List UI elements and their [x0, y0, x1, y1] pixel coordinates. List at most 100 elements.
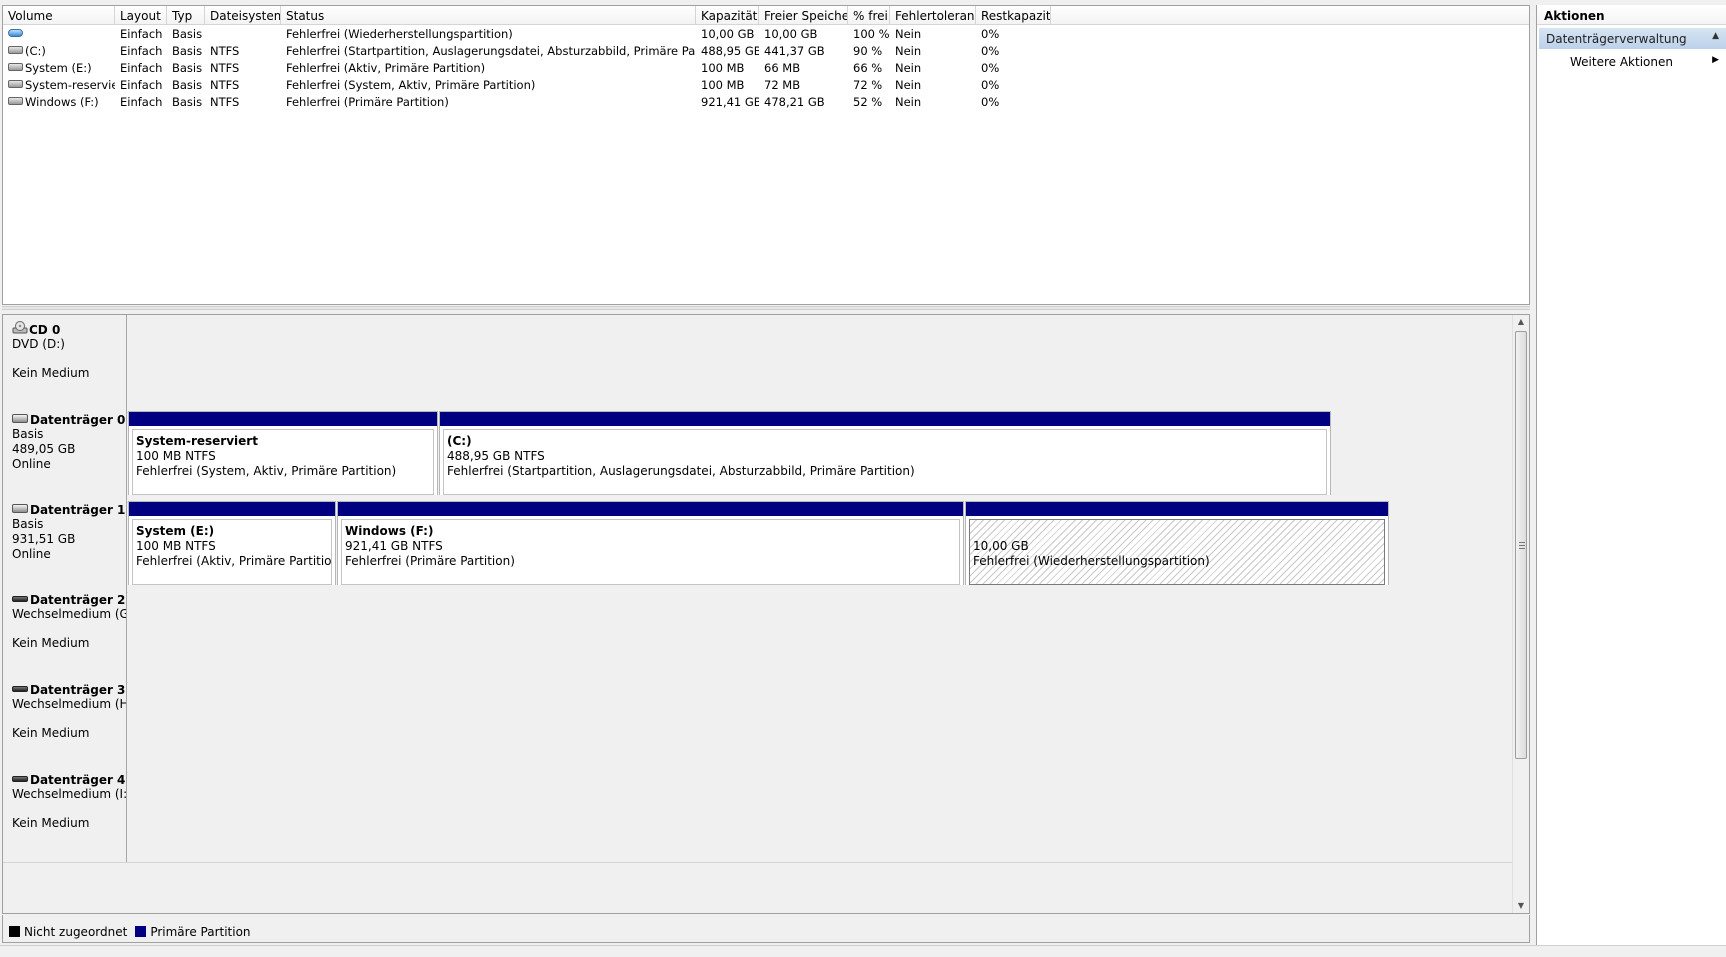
scrollbar-thumb[interactable]	[1515, 331, 1527, 759]
table-cell-rest: 0%	[981, 26, 1000, 41]
partition-bar	[966, 502, 1388, 516]
partition-bar	[129, 412, 437, 426]
scroll-up-arrow-icon[interactable]: ▲	[1513, 315, 1529, 329]
column-header-dateisystem[interactable]: Dateisystem	[205, 6, 281, 24]
column-header-prozent-frei[interactable]: % frei	[848, 6, 890, 24]
volume-name: (C:)	[25, 43, 46, 58]
disk-info-line	[12, 712, 126, 726]
partition-name	[973, 524, 1384, 539]
table-cell-rest: 0%	[981, 77, 1000, 92]
partition[interactable]: 10,00 GB Fehlerfrei (Wiederherstellungspa…	[965, 501, 1389, 589]
disk-area	[128, 675, 1513, 772]
column-header-freier-speicher[interactable]: Freier Speicher	[759, 6, 848, 24]
legend-label-primary: Primäre Partition	[150, 924, 251, 939]
table-cell-layout: Einfach	[120, 26, 163, 41]
table-cell-cap: 100 MB	[701, 60, 745, 75]
partition-status: Fehlerfrei (Aktiv, Primäre Partition)	[136, 554, 332, 568]
column-header-fehlertoleranz[interactable]: Fehlertoleranz	[890, 6, 976, 24]
volume-name: System (E:)	[25, 60, 92, 75]
table-cell-status: Fehlerfrei (Wiederherstellungspartition)	[286, 26, 513, 41]
table-cell-typ: Basis	[172, 77, 203, 92]
table-cell-volume: System (E:)	[3, 61, 115, 75]
actions-more-label: Weitere Aktionen	[1570, 55, 1673, 69]
disk-info-line: 931,51 GB	[12, 532, 76, 546]
partition-size: 100 MB NTFS	[136, 539, 216, 553]
column-header-layout[interactable]: Layout	[115, 6, 167, 24]
volume-list-body: Einfach Basis Fehlerfrei (Wiederherstellun…	[3, 25, 1529, 110]
column-header-status[interactable]: Status	[281, 6, 696, 24]
disk-name: Datenträger 2	[12, 593, 126, 607]
partition-details: System-reserviert 100 MB NTFS Fehlerfrei (…	[132, 429, 434, 495]
table-cell-fs: NTFS	[210, 43, 240, 58]
partition[interactable]: Windows (F:) 921,41 GB NTFS Fehlerfrei (Pr…	[337, 501, 964, 589]
table-cell-ft: Nein	[895, 94, 922, 109]
actions-title: Aktionen	[1537, 5, 1726, 25]
table-row[interactable]: System-reserviert Einfach Basis NTFS Fehlerf…	[3, 76, 1529, 93]
table-row[interactable]: System (E:) Einfach Basis NTFS Fehlerfrei (A…	[3, 59, 1529, 76]
vertical-scrollbar[interactable]: ▲ ▼	[1512, 315, 1529, 913]
volume-icon	[8, 80, 23, 88]
legend-label-unallocated: Nicht zugeordnet	[24, 924, 128, 939]
table-cell-ft: Nein	[895, 43, 922, 58]
disk-info-line: Wechselmedium (G:	[12, 607, 127, 621]
actions-section-datentraegerverwaltung[interactable]: Datenträgerverwaltung ▲	[1539, 28, 1726, 49]
table-cell-rest: 0%	[981, 43, 1000, 58]
table-cell-fs: NTFS	[210, 60, 240, 75]
disk-label[interactable]: Datenträger 0 Basis 489,05 GB Online	[3, 405, 127, 502]
legend-item-primary: Primäre Partition	[135, 924, 251, 939]
table-cell-status: Fehlerfrei (Startpartition, Auslagerungs…	[286, 43, 696, 58]
disk-name-text: Datenträger 3	[30, 683, 126, 697]
scroll-down-arrow-icon[interactable]: ▼	[1513, 899, 1529, 913]
table-cell-status: Fehlerfrei (Primäre Partition)	[286, 94, 449, 109]
disk-info-line: Kein Medium	[12, 366, 90, 380]
table-cell-typ: Basis	[172, 26, 203, 41]
table-cell-free: 72 MB	[764, 77, 801, 92]
partition[interactable]: System (E:) 100 MB NTFS Fehlerfrei (Aktiv,…	[128, 501, 336, 589]
disk-name: Datenträger 1	[12, 503, 126, 517]
table-row[interactable]: Windows (F:) Einfach Basis NTFS Fehlerfrei (…	[3, 93, 1529, 110]
partition-name: System (E:)	[136, 524, 215, 538]
table-cell-typ: Basis	[172, 94, 203, 109]
table-cell-layout: Einfach	[120, 60, 163, 75]
disk-map[interactable]: CD 0 DVD (D:) Kein Medium Datenträger 0 Basi…	[2, 314, 1530, 914]
actions-more-button[interactable]: Weitere Aktionen ▶	[1537, 49, 1726, 71]
partition[interactable]: System-reserviert 100 MB NTFS Fehlerfrei (…	[128, 411, 438, 499]
volume-icon	[8, 29, 23, 37]
column-header-typ[interactable]: Typ	[167, 6, 205, 24]
partition-size: 100 MB NTFS	[136, 449, 216, 463]
column-header-kapazitaet[interactable]: Kapazität	[696, 6, 759, 24]
scrollbar-grip-icon	[1519, 542, 1525, 549]
collapse-up-icon[interactable]: ▲	[1712, 31, 1719, 41]
volume-icon	[8, 97, 23, 105]
table-cell-pct: 66 %	[853, 60, 883, 75]
partition[interactable]: (C:) 488,95 GB NTFS Fehlerfrei (Startparti…	[439, 411, 1331, 499]
partition-status: Fehlerfrei (Primäre Partition)	[345, 554, 515, 568]
disk-label[interactable]: CD 0 DVD (D:) Kein Medium	[3, 315, 127, 412]
volume-list[interactable]: Volume Layout Typ Dateisystem Status Kap…	[2, 5, 1530, 305]
volume-icon	[8, 63, 23, 71]
disk-label[interactable]: Datenträger 1 Basis 931,51 GB Online	[3, 495, 127, 592]
pane-splitter[interactable]	[2, 306, 1530, 310]
disk-label[interactable]: Datenträger 2 Wechselmedium (G: Kein Mediu…	[3, 585, 127, 682]
column-header-restkapazitaet[interactable]: Restkapazität	[976, 6, 1051, 24]
table-cell-fs: NTFS	[210, 94, 240, 109]
disk-name-text: CD 0	[29, 323, 61, 337]
table-cell-cap: 921,41 GB	[701, 94, 759, 109]
disk-label[interactable]: Datenträger 4 Wechselmedium (I:) Kein Medi…	[3, 765, 127, 862]
column-header-volume[interactable]: Volume	[3, 6, 115, 24]
table-cell-cap: 488,95 GB	[701, 43, 759, 58]
table-cell-layout: Einfach	[120, 43, 163, 58]
disk-area: System (E:) 100 MB NTFS Fehlerfrei (Aktiv,…	[128, 495, 1513, 592]
table-cell-free: 66 MB	[764, 60, 801, 75]
volume-name: Windows (F:)	[25, 94, 99, 109]
table-row[interactable]: (C:) Einfach Basis NTFS Fehlerfrei (Startpar…	[3, 42, 1529, 59]
legend: Nicht zugeordnet Primäre Partition	[2, 915, 1530, 943]
removable-disk-icon	[12, 775, 28, 782]
partition-bar	[338, 502, 963, 516]
table-cell-rest: 0%	[981, 60, 1000, 75]
disk-row: Datenträger 4 Wechselmedium (I:) Kein Medi…	[3, 765, 1513, 863]
disk-label[interactable]: Datenträger 3 Wechselmedium (H Kein Medium	[3, 675, 127, 772]
partition-name: System-reserviert	[136, 434, 258, 448]
table-row[interactable]: Einfach Basis Fehlerfrei (Wiederherstellun…	[3, 25, 1529, 42]
legend-swatch-primary	[135, 926, 147, 937]
